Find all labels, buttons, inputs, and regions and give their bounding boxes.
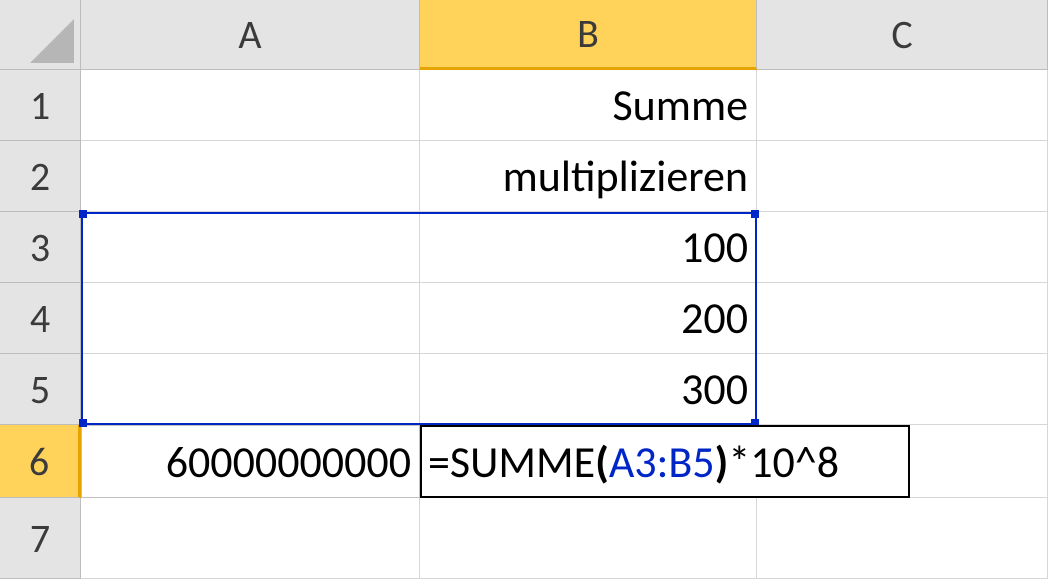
- row-header-7[interactable]: 7: [0, 498, 81, 579]
- cell-B4[interactable]: 200: [420, 283, 757, 354]
- cell-B2[interactable]: multiplizieren: [420, 141, 757, 212]
- formula-range-ref: A3:B5: [609, 435, 715, 489]
- cell-C4[interactable]: [757, 283, 1048, 354]
- cell-A3[interactable]: [81, 212, 420, 283]
- cell-C2[interactable]: [757, 141, 1048, 212]
- cell-A1[interactable]: [81, 70, 420, 141]
- row-header-2[interactable]: 2: [0, 141, 81, 212]
- cell-A5[interactable]: [81, 354, 420, 425]
- column-header-B[interactable]: B: [420, 0, 757, 70]
- row-header-5[interactable]: 5: [0, 354, 81, 425]
- row-header-1[interactable]: 1: [0, 70, 81, 141]
- cell-C1[interactable]: [757, 70, 1048, 141]
- formula-open-paren: (: [595, 435, 609, 489]
- cell-C3[interactable]: [757, 212, 1048, 283]
- cell-B6-editing[interactable]: =SUMME(A3:B5)*10^8: [420, 425, 910, 498]
- cell-B3[interactable]: 100: [420, 212, 757, 283]
- formula-tail: *10^8: [728, 435, 839, 489]
- cell-C7[interactable]: [757, 498, 1048, 579]
- formula-function-name: SUMME: [450, 435, 595, 489]
- row-header-4[interactable]: 4: [0, 283, 81, 354]
- cell-B7[interactable]: [420, 498, 757, 579]
- spreadsheet-grid: A B C 1 2 3 4 5 6 7 Summe multiplizieren…: [0, 0, 1049, 579]
- cell-C5[interactable]: [757, 354, 1048, 425]
- cell-B1[interactable]: Summe: [420, 70, 757, 141]
- column-header-A[interactable]: A: [81, 0, 420, 70]
- formula-equals: =: [428, 435, 450, 489]
- select-all-corner[interactable]: [0, 0, 81, 70]
- select-all-triangle-icon: [30, 19, 74, 63]
- formula-close-paren: ): [715, 435, 729, 489]
- column-header-C[interactable]: C: [757, 0, 1048, 70]
- cell-A6[interactable]: 60000000000: [81, 425, 420, 498]
- cell-A2[interactable]: [81, 141, 420, 212]
- cell-A7[interactable]: [81, 498, 420, 579]
- cell-B5[interactable]: 300: [420, 354, 757, 425]
- row-header-3[interactable]: 3: [0, 212, 81, 283]
- cell-A4[interactable]: [81, 283, 420, 354]
- row-header-6[interactable]: 6: [0, 425, 81, 498]
